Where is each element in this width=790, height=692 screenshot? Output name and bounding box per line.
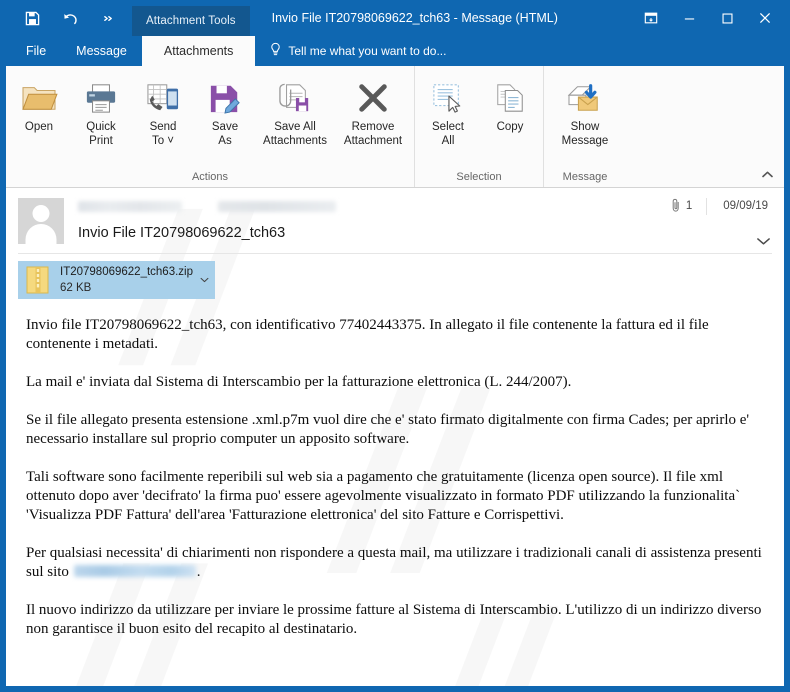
body-paragraph: Se il file allegato presenta estensione … xyxy=(26,412,750,447)
show-message-label: Show Message xyxy=(561,121,609,147)
open-button[interactable]: Open xyxy=(8,72,70,150)
attachment-area: IT20798069622_tch63.zip 62 KB xyxy=(6,254,784,300)
attachment-chip[interactable]: IT20798069622_tch63.zip 62 KB xyxy=(18,261,215,299)
undo-icon[interactable] xyxy=(60,8,80,28)
contextual-tab-label: Attachment Tools xyxy=(132,6,250,36)
select-all-icon xyxy=(430,76,466,120)
show-message-icon xyxy=(565,76,605,120)
message-header: 1 09/09/19 Invio File IT20798069622_tch6… xyxy=(6,188,784,244)
chevron-up-icon[interactable] xyxy=(758,165,776,183)
redacted-link[interactable] xyxy=(73,565,196,577)
quick-access-toolbar xyxy=(6,0,132,36)
ribbon-group-label-selection: Selection xyxy=(456,171,502,183)
avatar xyxy=(18,198,64,244)
title-bar: Attachment Tools Invio File IT2079806962… xyxy=(6,0,784,36)
ribbon-group-label-actions: Actions xyxy=(191,171,229,183)
ribbon-group-actions: Open Quick Print Send To ˅ Save As Save … xyxy=(6,66,414,187)
attachment-name: IT20798069622_tch63.zip xyxy=(60,266,193,278)
message-date: 09/09/19 xyxy=(723,200,768,212)
save-as-label: Save As xyxy=(211,121,239,147)
ribbon-tab-strip: File Message Attachments Tell me what yo… xyxy=(6,36,784,66)
ribbon-group-message: Show Message Message xyxy=(543,66,626,187)
ribbon-display-options-icon[interactable] xyxy=(632,1,670,35)
save-all-attachments-button[interactable]: Save All Attachments xyxy=(256,72,334,150)
tab-attachments[interactable]: Attachments xyxy=(141,36,256,66)
attachment-size: 62 KB xyxy=(60,282,92,294)
save-all-attachments-label: Save All Attachments xyxy=(263,121,327,147)
open-folder-icon xyxy=(20,76,58,120)
caret-down-icon[interactable] xyxy=(197,277,211,283)
save-as-icon xyxy=(207,76,243,120)
printer-icon xyxy=(82,76,120,120)
minimize-icon[interactable] xyxy=(670,1,708,35)
chevron-more-icon[interactable] xyxy=(98,8,118,28)
body-paragraph-with-link: Per qualsiasi necessita' di chiarimenti … xyxy=(26,544,764,582)
tab-file[interactable]: File xyxy=(6,36,61,66)
body-paragraph: Tali software sono facilmente reperibili… xyxy=(26,469,741,523)
select-all-label: Select All xyxy=(432,121,464,147)
send-to-label: Send To ˅ xyxy=(149,121,177,147)
paperclip-icon xyxy=(671,198,681,215)
quick-print-label: Quick Print xyxy=(86,121,116,147)
save-icon[interactable] xyxy=(22,8,42,28)
body-paragraph: Invio file IT20798069622_tch63, con iden… xyxy=(26,317,709,352)
ribbon-group-selection: Select All Copy Selection xyxy=(414,66,543,187)
header-meta: 1 09/09/19 xyxy=(671,197,772,215)
remove-attachment-button[interactable]: Remove Attachment xyxy=(334,72,412,150)
window-title: Invio File IT20798069622_tch63 - Message… xyxy=(271,11,558,25)
lightbulb-icon xyxy=(269,42,282,60)
save-all-attachments-icon xyxy=(275,76,315,120)
show-message-button[interactable]: Show Message xyxy=(546,72,624,150)
body-text-after-link: . xyxy=(196,564,201,580)
remove-attachment-label: Remove Attachment xyxy=(343,121,403,147)
sender-name-redacted xyxy=(78,200,182,212)
quick-print-button[interactable]: Quick Print xyxy=(70,72,132,150)
open-label: Open xyxy=(24,121,54,133)
tell-me-search[interactable]: Tell me what you want to do... xyxy=(255,36,446,66)
body-paragraph: La mail e' inviata dal Sistema di Inters… xyxy=(26,374,572,390)
remove-attachment-icon xyxy=(355,76,391,120)
copy-button[interactable]: Copy xyxy=(479,72,541,150)
copy-label: Copy xyxy=(496,121,524,133)
message-body: Invio file IT20798069622_tch63, con iden… xyxy=(6,300,784,639)
tell-me-placeholder: Tell me what you want to do... xyxy=(288,44,447,58)
zip-file-icon xyxy=(24,265,52,295)
tab-message[interactable]: Message xyxy=(61,36,142,66)
body-paragraph: Il nuovo indirizzo da utilizzare per inv… xyxy=(26,602,762,637)
window-controls xyxy=(632,0,784,36)
save-as-button[interactable]: Save As xyxy=(194,72,256,150)
message-reading-pane: // // // // xyxy=(6,188,784,686)
message-subject: Invio File IT20798069622_tch63 xyxy=(78,225,286,241)
attachment-count-value: 1 xyxy=(685,200,693,212)
ribbon: Open Quick Print Send To ˅ Save As Save … xyxy=(6,66,784,188)
send-to-icon xyxy=(144,76,182,120)
copy-icon xyxy=(492,76,528,120)
chevron-down-icon[interactable] xyxy=(754,232,772,250)
send-to-button[interactable]: Send To ˅ xyxy=(132,72,194,150)
attachment-count: 1 xyxy=(671,197,708,215)
sender-email-redacted xyxy=(218,200,336,212)
select-all-button[interactable]: Select All xyxy=(417,72,479,150)
maximize-icon[interactable] xyxy=(708,1,746,35)
outlook-message-window: Attachment Tools Invio File IT2079806962… xyxy=(0,0,790,692)
close-icon[interactable] xyxy=(746,1,784,35)
ribbon-group-label-message: Message xyxy=(562,171,608,183)
